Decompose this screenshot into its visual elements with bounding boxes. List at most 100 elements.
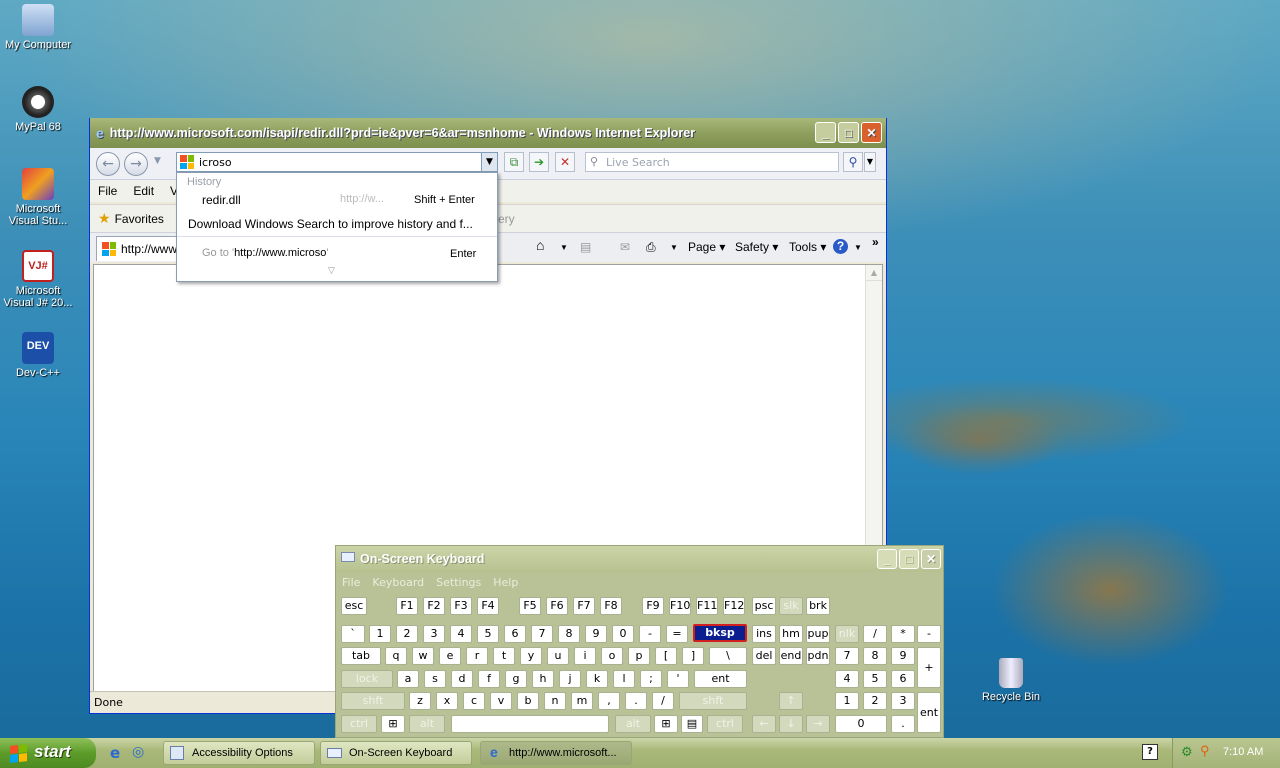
menu-edit[interactable]: Edit <box>125 184 162 198</box>
osk-key[interactable]: i <box>574 647 596 665</box>
autocomplete-item[interactable]: redir.dll <box>202 193 241 207</box>
osk-key[interactable]: F9 <box>642 597 664 615</box>
osk-key[interactable]: p <box>628 647 650 665</box>
page-menu[interactable]: Page ▾ <box>688 240 725 254</box>
osk-menu-help[interactable]: Help <box>493 576 530 589</box>
osk-key[interactable]: k <box>586 670 608 688</box>
go-button[interactable]: ➔ <box>529 152 549 172</box>
print-dropdown[interactable]: ▼ <box>670 243 678 252</box>
osk-key[interactable]: shft <box>341 692 405 710</box>
autocomplete-expand-arrow[interactable]: ▽ <box>328 265 335 276</box>
osk-key[interactable]: ' <box>667 670 689 688</box>
mail-icon[interactable]: ✉ <box>620 240 630 254</box>
home-dropdown[interactable]: ▼ <box>560 243 568 252</box>
osk-key[interactable]: pdn <box>806 647 830 665</box>
compatibility-icon[interactable]: ⧉ <box>504 152 524 172</box>
magnifier-icon[interactable]: ⚲ <box>1200 743 1210 759</box>
back-button[interactable]: ← <box>96 152 120 176</box>
osk-key[interactable]: e <box>439 647 461 665</box>
osk-key[interactable]: x <box>436 692 458 710</box>
address-autocomplete[interactable]: History redir.dll http://w... Shift + En… <box>176 172 498 282</box>
minimize-button[interactable]: _ <box>815 122 836 143</box>
osk-key[interactable]: 6 <box>891 670 915 688</box>
osk-key[interactable]: ⊞ <box>381 715 405 733</box>
osk-key[interactable]: / <box>863 625 887 643</box>
osk-key[interactable]: ↑ <box>779 692 803 710</box>
tools-menu[interactable]: Tools ▾ <box>789 240 826 254</box>
address-bar[interactable]: icroso ▼ <box>176 152 498 172</box>
osk-key[interactable]: v <box>490 692 512 710</box>
tab-current[interactable]: http://www <box>96 236 178 261</box>
quicklaunch-ie-icon[interactable]: e <box>110 744 120 762</box>
osk-key[interactable]: s <box>424 670 446 688</box>
search-box[interactable]: ⚲ Live Search <box>585 152 839 172</box>
osk-key[interactable]: h <box>532 670 554 688</box>
help-dropdown[interactable]: ▼ <box>854 243 862 252</box>
osk-key[interactable]: q <box>385 647 407 665</box>
osk-key[interactable]: tab <box>341 647 381 665</box>
osk-key[interactable]: - <box>917 625 941 643</box>
osk-key[interactable]: F5 <box>519 597 541 615</box>
scroll-up-arrow[interactable]: ▲ <box>866 265 882 281</box>
favorites-button[interactable]: Favorites <box>115 212 164 226</box>
desktop-icon-my-computer[interactable]: My Computer <box>0 4 76 51</box>
osk-menu-file[interactable]: File <box>342 576 372 589</box>
osk-key[interactable]: 3 <box>423 625 445 643</box>
stop-button[interactable]: ✕ <box>555 152 575 172</box>
osk-key[interactable]: psc <box>752 597 776 615</box>
osk-key[interactable]: ↓ <box>779 715 803 733</box>
osk-key[interactable]: ctrl <box>707 715 743 733</box>
help-icon[interactable]: ? <box>1142 744 1158 760</box>
osk-key[interactable]: o <box>601 647 623 665</box>
start-button[interactable]: start <box>0 738 96 768</box>
search-options-dropdown[interactable]: ▼ <box>864 152 876 172</box>
osk-key[interactable]: 9 <box>585 625 607 643</box>
osk-key[interactable]: F8 <box>600 597 622 615</box>
osk-key[interactable]: lock <box>341 670 393 688</box>
osk-key[interactable]: / <box>652 692 674 710</box>
help-icon[interactable]: ? <box>833 239 848 254</box>
osk-key[interactable]: nlk <box>835 625 859 643</box>
osk-key[interactable]: F1 <box>396 597 418 615</box>
osk-key[interactable]: del <box>752 647 776 665</box>
osk-key[interactable]: * <box>891 625 915 643</box>
osk-key[interactable] <box>451 715 609 733</box>
osk-key[interactable]: esc <box>341 597 367 615</box>
osk-maximize-button[interactable]: □ <box>899 549 919 569</box>
osk-key[interactable]: 4 <box>450 625 472 643</box>
osk-key[interactable]: alt <box>615 715 651 733</box>
osk-key[interactable]: slk <box>779 597 803 615</box>
osk-key[interactable]: d <box>451 670 473 688</box>
menu-file[interactable]: File <box>90 184 125 198</box>
osk-key[interactable]: 5 <box>477 625 499 643</box>
osk-key[interactable]: ← <box>752 715 776 733</box>
search-button[interactable]: ⚲ <box>843 152 863 172</box>
close-button[interactable]: ✕ <box>861 122 882 143</box>
web-slice-gallery-partial[interactable]: ery <box>498 212 515 226</box>
osk-key[interactable]: , <box>598 692 620 710</box>
quicklaunch-browser-icon[interactable]: ◎ <box>132 744 144 760</box>
ie-titlebar[interactable]: e http://www.microsoft.com/isapi/redir.d… <box>90 118 886 148</box>
osk-key[interactable]: \ <box>709 647 747 665</box>
home-icon[interactable]: ⌂ <box>536 237 544 253</box>
osk-key[interactable]: pup <box>806 625 830 643</box>
osk-key[interactable]: F3 <box>450 597 472 615</box>
osk-key[interactable]: ] <box>682 647 704 665</box>
maximize-button[interactable]: □ <box>838 122 859 143</box>
osk-key[interactable]: c <box>463 692 485 710</box>
desktop-icon-mypal[interactable]: MyPal 68 <box>0 86 76 133</box>
osk-key[interactable]: ins <box>752 625 776 643</box>
osk-key[interactable]: u <box>547 647 569 665</box>
osk-key[interactable]: F6 <box>546 597 568 615</box>
goto-row[interactable]: Go to 'http://www.microso' <box>202 247 328 259</box>
osk-key[interactable]: ⊞ <box>654 715 678 733</box>
osk-key[interactable]: a <box>397 670 419 688</box>
osk-key[interactable]: alt <box>409 715 445 733</box>
osk-menu-keyboard[interactable]: Keyboard <box>372 576 436 589</box>
osk-key[interactable]: . <box>891 715 915 733</box>
desktop-icon-visual-jsharp[interactable]: VJ# Microsoft Visual J# 20... <box>0 250 76 309</box>
desktop-icon-visual-studio[interactable]: Microsoft Visual Stu... <box>0 168 76 227</box>
osk-key[interactable]: 4 <box>835 670 859 688</box>
osk-key[interactable]: bksp <box>693 624 747 642</box>
osk-key[interactable]: 2 <box>863 692 887 710</box>
